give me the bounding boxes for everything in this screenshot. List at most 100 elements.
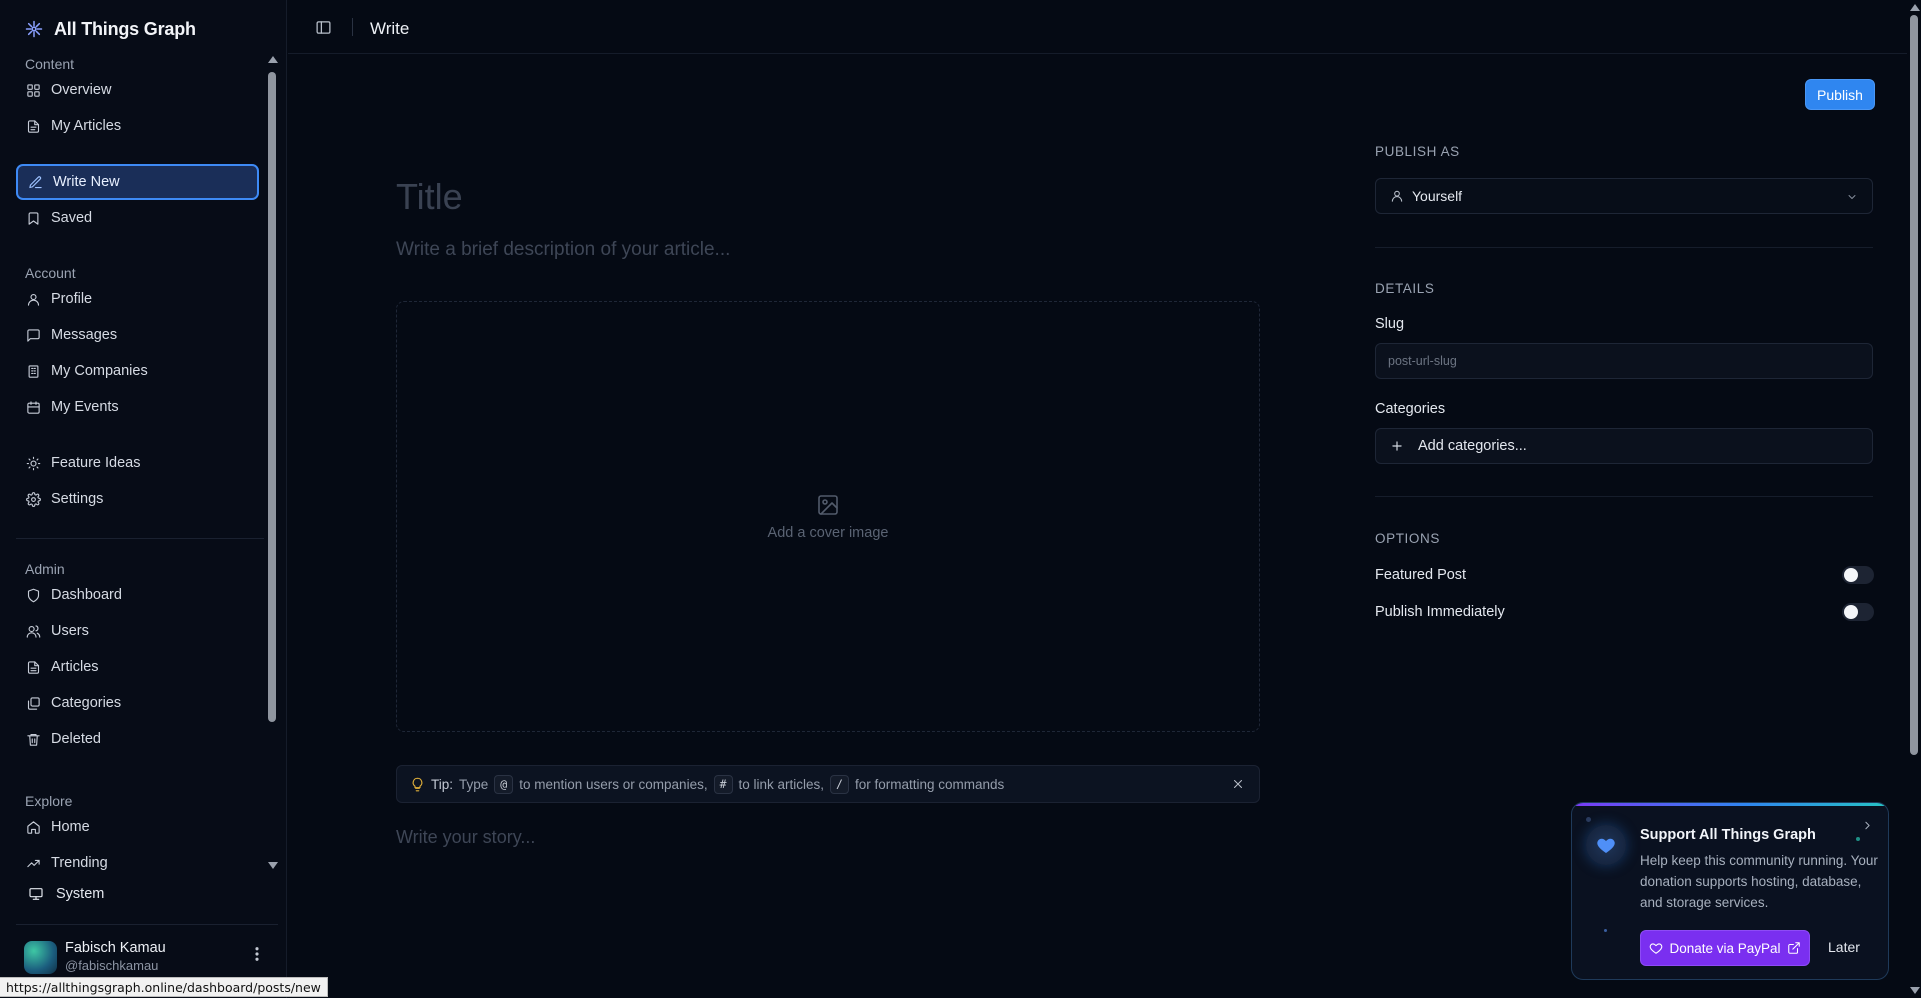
tip-text-4: for formatting commands bbox=[854, 776, 1005, 792]
trending-icon bbox=[26, 856, 41, 871]
sidebar-item-label: Saved bbox=[51, 210, 93, 226]
scroll-down-arrow-icon[interactable] bbox=[268, 862, 278, 869]
details-heading: DETAILS bbox=[1375, 281, 1435, 296]
user-profile[interactable]: Fabisch Kamau @fabischkamau bbox=[24, 939, 274, 975]
tip-key-link: # bbox=[713, 774, 733, 794]
panel-divider bbox=[1375, 496, 1873, 497]
slug-input[interactable] bbox=[1375, 343, 1873, 379]
story-input[interactable] bbox=[396, 822, 1260, 852]
calendar-icon bbox=[26, 400, 41, 415]
sidebar-item-saved[interactable]: Saved bbox=[16, 201, 259, 235]
cover-image-dropzone[interactable]: Add a cover image bbox=[396, 301, 1260, 732]
sidebar-item-my-events[interactable]: My Events bbox=[16, 390, 259, 424]
plus-icon bbox=[1390, 439, 1404, 453]
top-header: Write bbox=[288, 0, 1907, 54]
sidebar-item-label: Categories bbox=[51, 695, 122, 711]
sidebar-item-trending[interactable]: Trending bbox=[16, 846, 259, 871]
sidebar-item-messages[interactable]: Messages bbox=[16, 318, 259, 352]
tip-label: Tip: bbox=[431, 776, 454, 792]
scrollbar-thumb[interactable] bbox=[268, 72, 276, 722]
external-link-icon bbox=[1787, 941, 1801, 955]
shield-icon bbox=[26, 588, 41, 603]
sidebar-toggle-icon[interactable] bbox=[315, 19, 332, 36]
options-heading: OPTIONS bbox=[1375, 531, 1440, 546]
section-label-admin: Admin bbox=[25, 561, 65, 577]
nav-divider bbox=[16, 538, 264, 539]
sidebar-item-profile[interactable]: Profile bbox=[16, 282, 259, 316]
message-icon bbox=[26, 328, 41, 343]
page-scrollbar[interactable] bbox=[1907, 0, 1921, 998]
publish-immediately-toggle[interactable] bbox=[1842, 603, 1874, 621]
description-input[interactable] bbox=[396, 236, 1260, 264]
donate-button-label: Donate via PayPal bbox=[1669, 940, 1781, 956]
grid-icon bbox=[26, 83, 41, 98]
categories-label: Categories bbox=[1375, 401, 1446, 417]
sidebar-item-home[interactable]: Home bbox=[16, 810, 259, 844]
image-icon bbox=[816, 493, 840, 517]
panel-divider bbox=[1375, 247, 1873, 248]
tip-key-command: / bbox=[830, 774, 849, 794]
card-accent-bar bbox=[1572, 803, 1888, 806]
publish-immediately-label: Publish Immediately bbox=[1375, 604, 1505, 620]
header-separator bbox=[352, 18, 353, 36]
tip-banner: Tip: Type @ to mention users or companie… bbox=[396, 765, 1260, 803]
sidebar-scrollbar[interactable] bbox=[265, 54, 279, 871]
avatar[interactable] bbox=[24, 940, 57, 974]
sidebar-item-label: Feature Ideas bbox=[51, 455, 141, 471]
user-icon bbox=[26, 292, 41, 307]
sidebar-item-settings[interactable]: Settings bbox=[16, 482, 259, 516]
scrollbar-thumb[interactable] bbox=[1910, 15, 1918, 755]
system-label: System bbox=[56, 886, 105, 902]
title-input[interactable] bbox=[396, 172, 1260, 222]
sidebar-nav: Content Overview My Articles Write New S… bbox=[0, 54, 280, 871]
toggle-knob bbox=[1844, 568, 1858, 582]
scroll-up-arrow-icon[interactable] bbox=[268, 56, 278, 63]
donation-title: Support All Things Graph bbox=[1640, 827, 1816, 843]
heart-icon bbox=[1597, 838, 1615, 853]
scroll-up-arrow-icon[interactable] bbox=[1910, 4, 1920, 11]
heart-badge bbox=[1586, 825, 1626, 865]
sidebar-item-write-new[interactable]: Write New bbox=[16, 164, 259, 200]
sidebar-item-label: Profile bbox=[51, 291, 93, 307]
tip-text-1: Type bbox=[459, 776, 489, 792]
brand[interactable]: All Things Graph bbox=[24, 16, 196, 42]
sidebar-item-label: My Events bbox=[51, 399, 119, 415]
featured-post-toggle[interactable] bbox=[1842, 566, 1874, 584]
slug-label: Slug bbox=[1375, 316, 1405, 332]
chevron-right-icon[interactable] bbox=[1861, 819, 1874, 832]
sidebar-item-system[interactable]: System bbox=[28, 886, 104, 902]
publish-as-value: Yourself bbox=[1412, 188, 1463, 204]
section-label-account: Account bbox=[25, 265, 76, 281]
add-categories-button[interactable]: Add categories... bbox=[1375, 428, 1873, 464]
status-url: https://allthingsgraph.online/dashboard/… bbox=[0, 977, 328, 997]
heart-outline-icon bbox=[1649, 941, 1663, 955]
decorative-dot bbox=[1856, 837, 1860, 841]
sidebar-item-users[interactable]: Users bbox=[16, 614, 259, 648]
sidebar-item-categories[interactable]: Categories bbox=[16, 686, 259, 720]
tip-text-2: to mention users or companies, bbox=[519, 776, 708, 792]
sidebar-item-dashboard[interactable]: Dashboard bbox=[16, 578, 259, 612]
sidebar-item-articles[interactable]: Articles bbox=[16, 650, 259, 684]
later-button[interactable]: Later bbox=[1828, 939, 1860, 955]
close-icon[interactable] bbox=[1231, 777, 1245, 791]
publish-as-select[interactable]: Yourself bbox=[1375, 178, 1873, 214]
sidebar: All Things Graph Content Overview My Art… bbox=[0, 0, 287, 998]
donation-text: Help keep this community running. Your d… bbox=[1640, 853, 1878, 910]
sidebar-item-deleted[interactable]: Deleted bbox=[16, 722, 259, 756]
trash-icon bbox=[26, 732, 41, 747]
sidebar-item-label: My Articles bbox=[51, 118, 122, 134]
sidebar-item-label: Messages bbox=[51, 327, 118, 343]
add-categories-label: Add categories... bbox=[1418, 438, 1527, 454]
user-meta: Fabisch Kamau @fabischkamau bbox=[65, 940, 166, 974]
donate-paypal-button[interactable]: Donate via PayPal bbox=[1640, 930, 1810, 966]
pen-icon bbox=[28, 175, 43, 190]
more-vertical-icon[interactable] bbox=[248, 945, 266, 963]
sidebar-item-feature-ideas[interactable]: Feature Ideas bbox=[16, 446, 259, 480]
sidebar-item-label: Home bbox=[51, 819, 90, 835]
sidebar-item-overview[interactable]: Overview bbox=[16, 73, 259, 107]
section-label-explore: Explore bbox=[25, 793, 73, 809]
sidebar-item-my-articles[interactable]: My Articles bbox=[16, 109, 259, 143]
publish-button[interactable]: Publish bbox=[1805, 79, 1875, 110]
sidebar-item-my-companies[interactable]: My Companies bbox=[16, 354, 259, 388]
scroll-down-arrow-icon[interactable] bbox=[1910, 987, 1920, 994]
